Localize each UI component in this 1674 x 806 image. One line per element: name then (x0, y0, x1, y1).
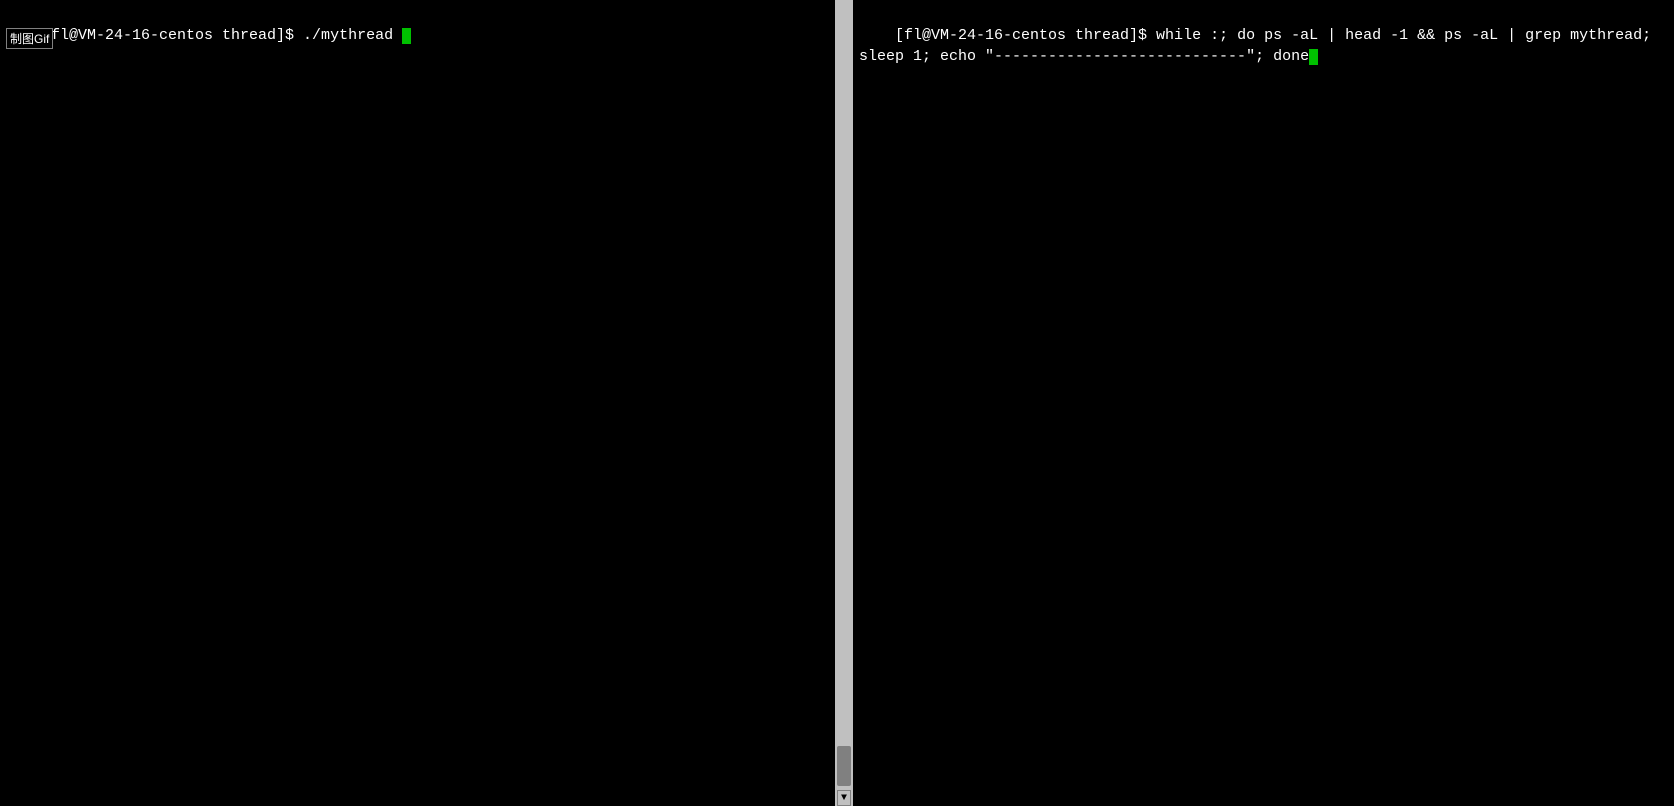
scrollbar-arrow-down[interactable]: ▼ (837, 790, 851, 806)
scrollbar-divider[interactable]: ▼ (835, 0, 853, 806)
left-prompt-line: [fl@VM-24-16-centos thread]$ ./mythread (6, 4, 829, 67)
gif-badge: 制图Gif (6, 28, 53, 49)
left-cursor (402, 28, 411, 44)
terminal-right[interactable]: [fl@VM-24-16-centos thread]$ while :; do… (853, 0, 1674, 806)
terminal-left[interactable]: [fl@VM-24-16-centos thread]$ ./mythread … (0, 0, 835, 806)
scrollbar-thumb[interactable] (837, 746, 851, 786)
right-prompt-line: [fl@VM-24-16-centos thread]$ while :; do… (859, 4, 1668, 88)
right-cursor (1309, 49, 1318, 65)
